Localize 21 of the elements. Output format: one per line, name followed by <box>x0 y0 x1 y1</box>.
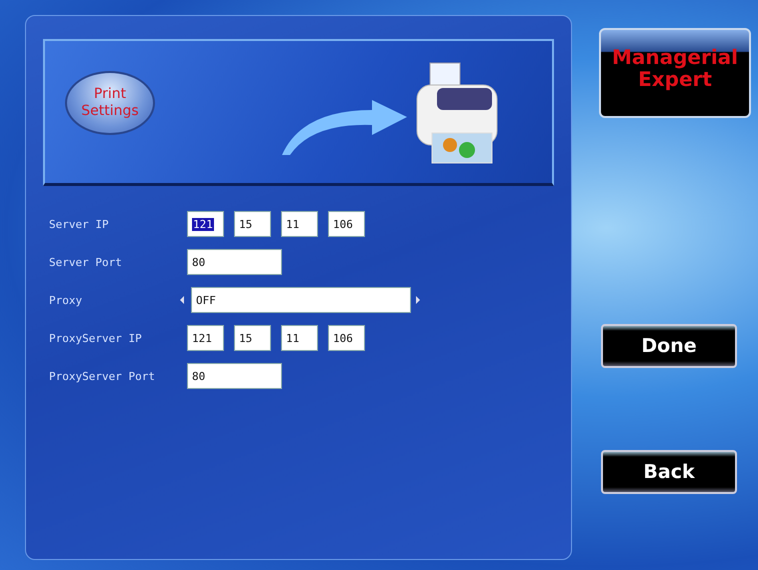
field-label: ProxyServer IP <box>49 332 143 344</box>
field-label: ProxyServer Port <box>49 370 156 382</box>
product-title: Managerial Expert <box>599 28 751 118</box>
input-field[interactable]: 80 <box>187 363 282 389</box>
ip-octet-field[interactable]: 121 <box>187 325 224 351</box>
done-button[interactable]: Done <box>601 324 737 368</box>
ip-octet-field[interactable]: 106 <box>328 325 365 351</box>
ip-octet-field[interactable]: 15 <box>234 325 271 351</box>
ip-octet-field[interactable]: 11 <box>281 325 318 351</box>
input-field[interactable]: 80 <box>187 249 282 275</box>
dropdown-field[interactable]: OFF <box>191 287 411 313</box>
ip-octet-field[interactable]: 11 <box>281 211 318 237</box>
ip-octet-field[interactable]: 121 <box>187 211 224 237</box>
field-label: Proxy <box>49 294 84 306</box>
field-label: Server Port <box>49 256 123 268</box>
banner-title: Print Settings <box>65 71 155 135</box>
ip-octet-field[interactable]: 15 <box>234 211 271 237</box>
right-arrow-icon[interactable] <box>415 296 421 304</box>
ip-octet-field[interactable]: 106 <box>328 211 365 237</box>
back-button[interactable]: Back <box>601 450 737 494</box>
field-label: Server IP <box>49 218 110 230</box>
